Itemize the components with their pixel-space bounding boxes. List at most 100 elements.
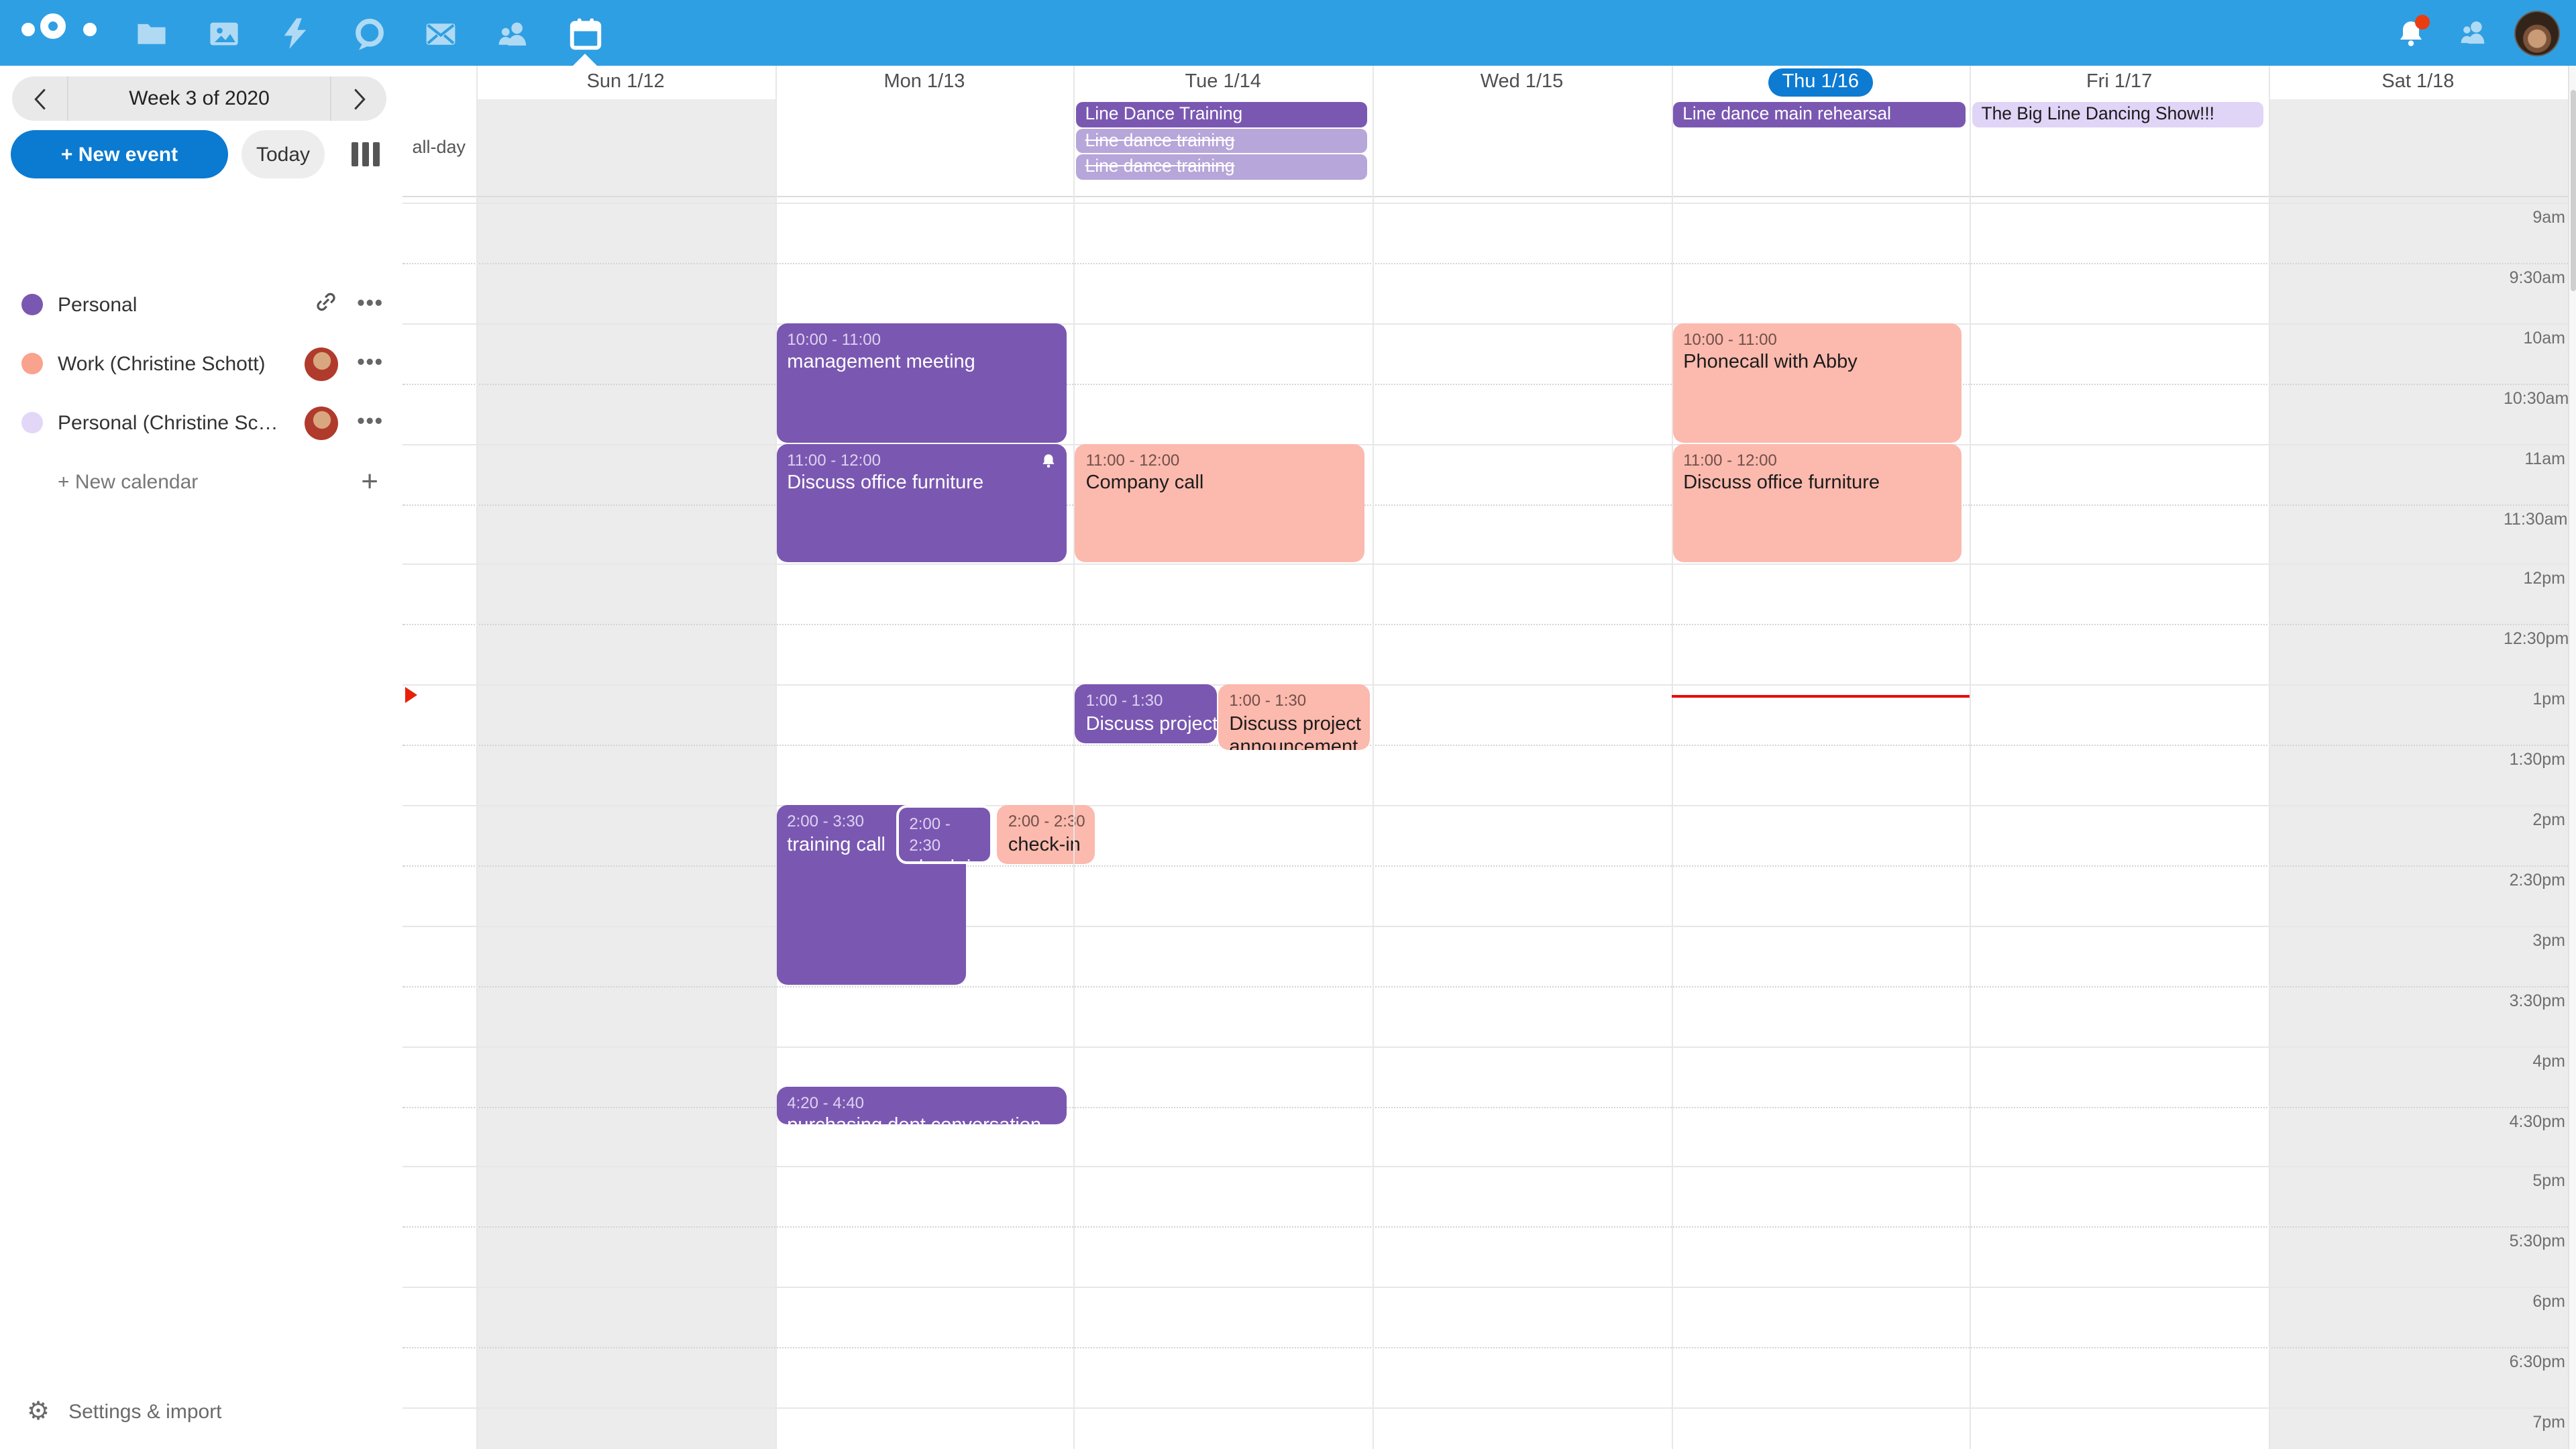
time-axis-label: 4:30pm <box>2504 1108 2565 1134</box>
event-title: Company call <box>1086 472 1360 496</box>
time-axis-label: 2pm <box>2504 806 2565 833</box>
hour-gridline <box>402 1287 2576 1288</box>
event-title: management meeting <box>787 352 1061 376</box>
calendar-list: Personal•••Work (Christine Schott)•••Per… <box>0 275 402 511</box>
time-axis-label: 11:30am <box>2504 505 2565 532</box>
all-day-row: all-day Line Dance TrainingLine dance tr… <box>402 99 2576 197</box>
calendar-event[interactable]: 4:20 - 4:40purchasing dept conversation <box>776 1086 1066 1125</box>
calendar-icon[interactable] <box>558 8 612 59</box>
calendar-color-dot <box>21 353 43 374</box>
day-header-fri[interactable]: Fri 1/17 <box>1970 66 2269 99</box>
all-day-event[interactable]: Line Dance Training <box>1076 102 1368 127</box>
half-hour-gridline <box>402 263 2576 264</box>
hour-gridline <box>402 1167 2576 1168</box>
calendar-color-dot <box>21 412 43 433</box>
time-axis-label: 3:30pm <box>2504 987 2565 1014</box>
time-axis-label: 6pm <box>2504 1288 2565 1315</box>
new-calendar-button[interactable]: + New calendar+ <box>0 452 402 511</box>
calendar-event[interactable]: 11:00 - 12:00Company call <box>1075 443 1365 563</box>
half-hour-gridline <box>402 1227 2576 1228</box>
event-title: Discuss project announcement <box>1086 714 1212 737</box>
event-title: Discuss project announcement <box>1229 714 1364 751</box>
half-hour-gridline <box>402 1347 2576 1348</box>
notification-unread-dot <box>2415 14 2430 29</box>
calendar-event[interactable]: 2:00 - 2:30check-in <box>896 805 993 864</box>
activity-icon[interactable] <box>268 8 322 59</box>
calendar-name: Personal (Christine Schott) <box>58 411 283 434</box>
next-week-button[interactable] <box>331 76 386 121</box>
calendar-event[interactable]: 10:00 - 11:00management meeting <box>776 323 1066 443</box>
calendar-event[interactable]: 1:00 - 1:30Discuss project announcement <box>1075 684 1218 743</box>
all-day-event[interactable]: The Big Line Dancing Show!!! <box>1972 102 2264 127</box>
user-avatar[interactable] <box>2514 10 2560 56</box>
previous-week-button[interactable] <box>12 76 67 121</box>
day-header-thu[interactable]: Thu 1/16 <box>1671 66 1970 99</box>
day-header-mon[interactable]: Mon 1/13 <box>775 66 1073 99</box>
event-time: 10:00 - 11:00 <box>1683 330 1957 351</box>
calendar-name: Personal <box>58 293 137 316</box>
hour-gridline <box>402 203 2576 204</box>
calendar-event[interactable]: 1:00 - 1:30Discuss project announcement <box>1218 684 1370 750</box>
day-header-tue[interactable]: Tue 1/14 <box>1074 66 1373 99</box>
time-axis-label: 1:30pm <box>2504 746 2565 773</box>
contacts-icon[interactable] <box>486 8 539 59</box>
time-axis-label: 10:30am <box>2504 384 2565 411</box>
files-icon[interactable] <box>125 8 178 59</box>
half-hour-gridline <box>402 865 2576 867</box>
calendar-actions-menu[interactable]: ••• <box>357 411 384 435</box>
hour-gridline <box>402 805 2576 806</box>
event-title: check-in <box>1008 834 1089 857</box>
column-border <box>1970 66 1972 1449</box>
contacts-menu-icon[interactable] <box>2453 13 2493 53</box>
share-link-icon[interactable] <box>314 289 338 320</box>
calendar-event[interactable]: 11:00 - 12:00Discuss office furniture <box>776 443 1066 563</box>
time-axis-label: 3pm <box>2504 927 2565 954</box>
calendar-list-item[interactable]: Personal ••• <box>0 275 402 334</box>
new-event-button[interactable]: + New event <box>11 130 228 178</box>
all-day-event[interactable]: Line dance training <box>1076 155 1368 180</box>
calendar-actions-menu[interactable]: ••• <box>357 352 384 376</box>
current-time-line <box>1671 694 1970 697</box>
column-border <box>1373 66 1374 1449</box>
notifications-bell-icon[interactable] <box>2391 13 2431 53</box>
event-time: 11:00 - 12:00 <box>1683 450 1957 471</box>
calendar-event[interactable]: 11:00 - 12:00Discuss office furniture <box>1672 443 1962 563</box>
photos-icon[interactable] <box>197 8 251 59</box>
event-time: 4:20 - 4:40 <box>787 1093 1061 1114</box>
settings-import-button[interactable]: ⚙ Settings & import <box>0 1385 222 1438</box>
event-title: Phonecall with Abby <box>1683 352 1957 376</box>
event-time: 11:00 - 12:00 <box>1086 450 1360 471</box>
event-time: 1:00 - 1:30 <box>1086 691 1212 712</box>
time-grid: 9am9:30am10am10:30am11am11:30am12pm12:30… <box>402 197 2576 1449</box>
weekend-column-shading <box>2269 99 2567 196</box>
half-hour-gridline <box>402 1106 2576 1108</box>
calendar-event[interactable]: 10:00 - 11:00Phonecall with Abby <box>1672 323 1962 443</box>
event-title: Discuss office furniture <box>787 472 1061 496</box>
half-hour-gridline <box>402 985 2576 987</box>
nextcloud-logo[interactable] <box>21 13 97 54</box>
column-border <box>775 66 776 1449</box>
scrollbar-thumb[interactable] <box>2570 90 2575 291</box>
today-button[interactable]: Today <box>241 130 325 178</box>
calendar-list-item[interactable]: Personal (Christine Schott) ••• <box>0 393 402 452</box>
calendar-list-item[interactable]: Work (Christine Schott)••• <box>0 334 402 393</box>
view-switcher-icon[interactable] <box>352 142 380 166</box>
all-day-event[interactable]: Line dance training <box>1076 128 1368 153</box>
time-axis-label: 2:30pm <box>2504 867 2565 894</box>
vertical-scrollbar[interactable] <box>2567 66 2576 1449</box>
day-header-sun[interactable]: Sun 1/12 <box>476 66 775 99</box>
all-day-event[interactable]: Line dance main rehearsal <box>1673 102 1965 127</box>
day-header-sat[interactable]: Sat 1/18 <box>2269 66 2567 99</box>
time-axis-label: 11am <box>2504 445 2565 472</box>
time-axis-label: 10am <box>2504 325 2565 352</box>
mail-icon[interactable] <box>413 8 467 59</box>
talk-icon[interactable] <box>342 8 396 59</box>
current-week-label[interactable]: Week 3 of 2020 <box>67 76 331 121</box>
hour-gridline <box>402 684 2576 686</box>
calendar-actions-menu[interactable]: ••• <box>357 292 384 317</box>
calendar-event[interactable]: 2:00 - 2:30check-in <box>998 805 1095 864</box>
hour-gridline <box>402 1407 2576 1409</box>
time-axis-label: 12pm <box>2504 566 2565 592</box>
time-axis-label: 7pm <box>2504 1409 2565 1436</box>
day-header-wed[interactable]: Wed 1/15 <box>1373 66 1671 99</box>
